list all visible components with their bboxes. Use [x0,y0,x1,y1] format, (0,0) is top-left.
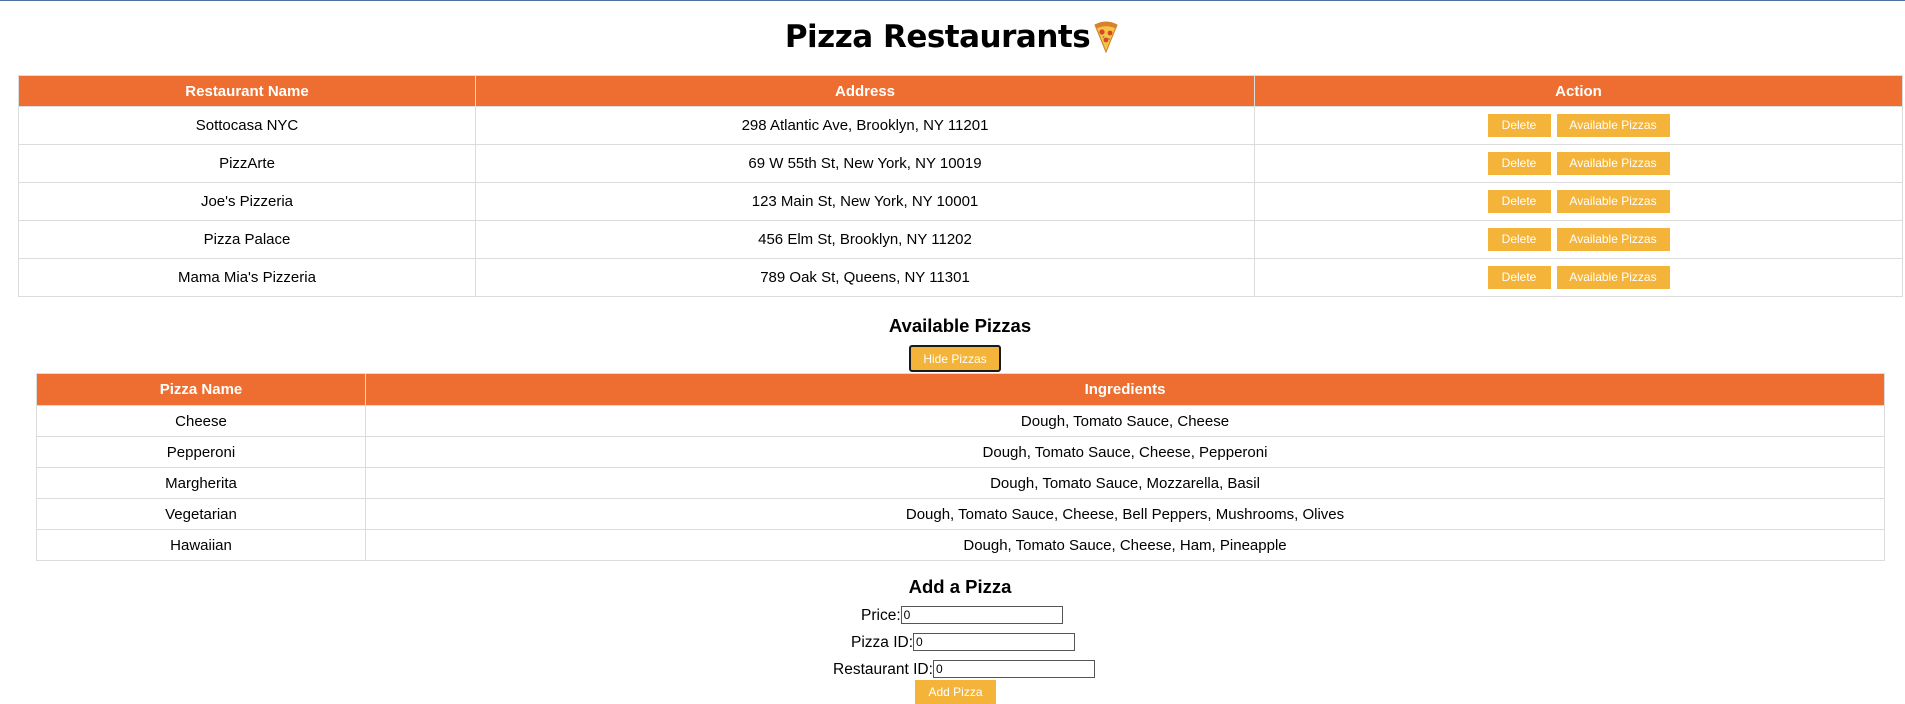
available-pizzas-button[interactable]: Available Pizzas [1556,152,1670,175]
hide-pizzas-button[interactable]: Hide Pizzas [909,345,1001,372]
available-pizzas-button[interactable]: Available Pizzas [1556,190,1670,213]
restaurant-address-cell: 298 Atlantic Ave, Brooklyn, NY 11201 [475,106,1255,145]
delete-button[interactable]: Delete [1487,228,1551,251]
restaurant-name-cell: Mama Mia's Pizzeria [18,258,476,297]
add-pizza-heading: Add a Pizza [908,576,1012,597]
delete-button[interactable]: Delete [1487,114,1551,137]
pizza-ingredients-cell: Dough, Tomato Sauce, Cheese, Ham, Pineap… [365,529,1885,561]
restaurant-name-cell: Sottocasa NYC [18,106,476,145]
column-header-pizza-name: Pizza Name [36,373,366,406]
restaurants-header-row: Restaurant Name Address Action [18,75,1903,107]
pizza-id-row: Pizza ID: [851,633,1076,652]
available-pizzas-heading: Available Pizzas [888,315,1032,336]
pizza-name-cell: Margherita [36,467,366,499]
pizzas-table: Pizza Name Ingredients Cheese Dough, Tom… [36,373,1885,561]
pizza-name-cell: Cheese [36,405,366,437]
restaurant-name-cell: PizzArte [18,144,476,183]
pizza-ingredients-cell: Dough, Tomato Sauce, Cheese, Pepperoni [365,436,1885,468]
pizza-ingredients-cell: Dough, Tomato Sauce, Cheese [365,405,1885,437]
pizza-id-label: Pizza ID: [851,634,914,651]
restaurant-id-row: Restaurant ID: [833,660,1095,679]
top-border [0,0,1905,1]
table-row: PizzArte 69 W 55th St, New York, NY 1001… [18,144,1903,183]
delete-button[interactable]: Delete [1487,152,1551,175]
action-cell: Delete Available Pizzas [1254,220,1903,259]
pizza-name-cell: Vegetarian [36,498,366,530]
pizza-name-cell: Hawaiian [36,529,366,561]
restaurant-address-cell: 456 Elm St, Brooklyn, NY 11202 [475,220,1255,259]
table-row: Mama Mia's Pizzeria 789 Oak St, Queens, … [18,258,1903,297]
table-row: Joe's Pizzeria 123 Main St, New York, NY… [18,182,1903,221]
table-row: Sottocasa NYC 298 Atlantic Ave, Brooklyn… [18,106,1903,145]
restaurant-address-cell: 123 Main St, New York, NY 10001 [475,182,1255,221]
table-row: Pepperoni Dough, Tomato Sauce, Cheese, P… [36,436,1885,468]
pizza-id-input[interactable] [913,633,1076,651]
pizza-ingredients-cell: Dough, Tomato Sauce, Cheese, Bell Pepper… [365,498,1885,530]
column-header-address: Address [475,75,1255,107]
price-label: Price: [861,607,901,624]
column-header-ingredients: Ingredients [365,373,1885,406]
restaurant-address-cell: 789 Oak St, Queens, NY 11301 [475,258,1255,297]
action-cell: Delete Available Pizzas [1254,258,1903,297]
delete-button[interactable]: Delete [1487,190,1551,213]
column-header-restaurant-name: Restaurant Name [18,75,476,107]
page-title: Pizza Restaurants [0,17,1905,63]
price-row: Price: [861,606,1063,625]
price-input[interactable] [900,606,1063,624]
add-pizza-button[interactable]: Add Pizza [915,680,996,704]
table-row: Vegetarian Dough, Tomato Sauce, Cheese, … [36,498,1885,530]
column-header-action: Action [1254,75,1903,107]
table-row: Pizza Palace 456 Elm St, Brooklyn, NY 11… [18,220,1903,259]
table-row: Margherita Dough, Tomato Sauce, Mozzarel… [36,467,1885,499]
available-pizzas-button[interactable]: Available Pizzas [1556,114,1670,137]
available-pizzas-button[interactable]: Available Pizzas [1556,266,1670,289]
action-cell: Delete Available Pizzas [1254,144,1903,183]
action-cell: Delete Available Pizzas [1254,182,1903,221]
action-cell: Delete Available Pizzas [1254,106,1903,145]
pizzas-header-row: Pizza Name Ingredients [36,373,1885,406]
table-row: Hawaiian Dough, Tomato Sauce, Cheese, Ha… [36,529,1885,561]
available-pizzas-button[interactable]: Available Pizzas [1556,228,1670,251]
pizza-name-cell: Pepperoni [36,436,366,468]
restaurant-id-input[interactable] [932,660,1095,678]
restaurant-name-cell: Pizza Palace [18,220,476,259]
restaurant-name-cell: Joe's Pizzeria [18,182,476,221]
table-row: Cheese Dough, Tomato Sauce, Cheese [36,405,1885,437]
restaurant-address-cell: 69 W 55th St, New York, NY 10019 [475,144,1255,183]
delete-button[interactable]: Delete [1487,266,1551,289]
page-title-text: Pizza Restaurants [784,19,1091,55]
restaurant-id-label: Restaurant ID: [833,661,933,678]
pizza-ingredients-cell: Dough, Tomato Sauce, Mozzarella, Basil [365,467,1885,499]
restaurants-table: Restaurant Name Address Action Sottocasa… [18,75,1903,297]
pizza-slice-icon [1092,21,1120,63]
